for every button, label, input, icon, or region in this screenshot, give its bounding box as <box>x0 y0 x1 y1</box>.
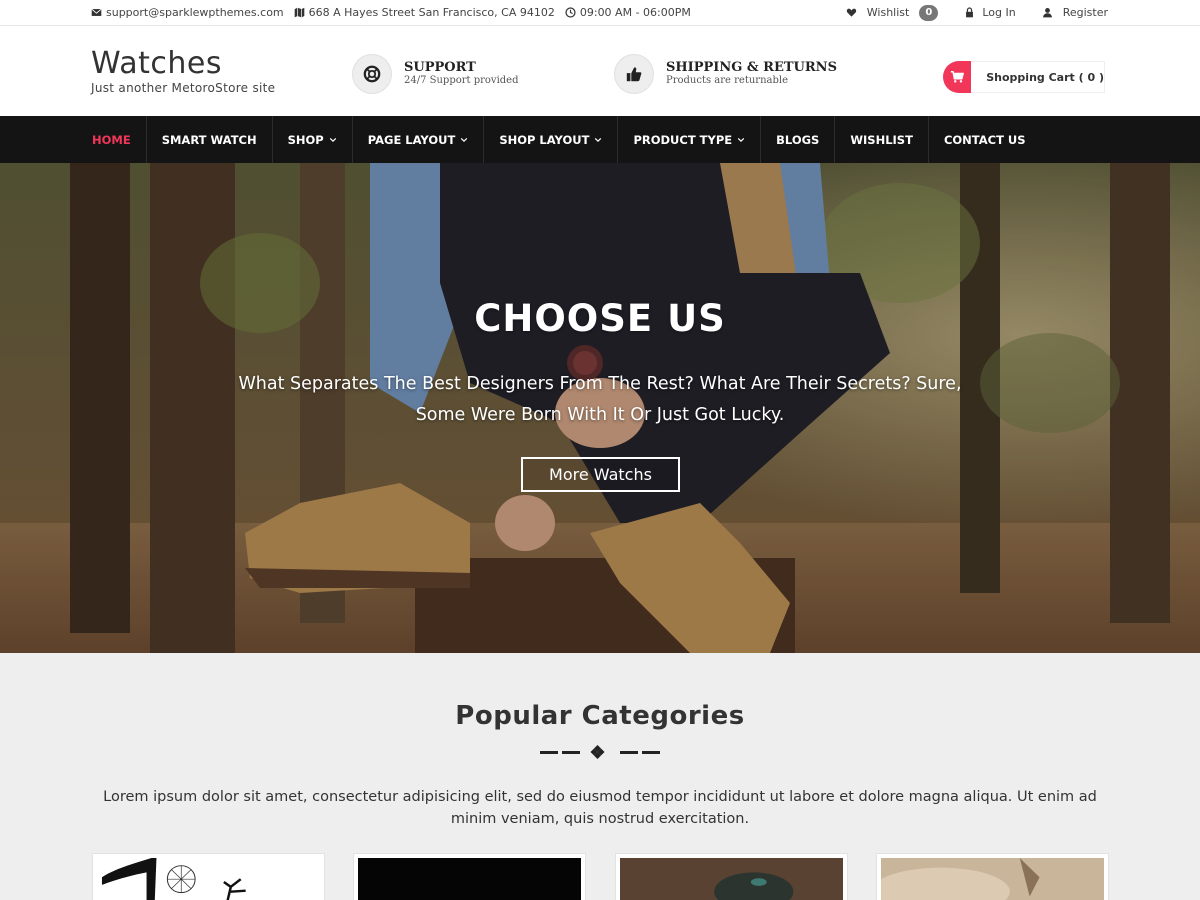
lifebuoy-icon <box>363 65 381 83</box>
nav-item-blogs[interactable]: Blogs <box>761 116 836 163</box>
nav-label: Smart Watch <box>161 132 257 147</box>
category-image <box>620 858 843 900</box>
email-text[interactable]: support@sparklewpthemes.com <box>106 6 284 19</box>
category-image <box>97 858 320 900</box>
cart-icon <box>951 71 965 83</box>
section-divider <box>540 745 660 759</box>
user-icon <box>1042 8 1052 18</box>
category-card[interactable] <box>353 853 586 900</box>
shipping-title: SHIPPING & RETURNS <box>666 60 837 75</box>
lock-icon <box>966 7 974 18</box>
chevron-down-icon <box>737 137 745 142</box>
category-card[interactable] <box>92 853 325 900</box>
shopping-cart-button[interactable]: Shopping Cart ( 0 ) <box>943 61 1105 93</box>
thumbs-up-icon <box>626 67 642 82</box>
top-bar-contact: support@sparklewpthemes.com 668 A Hayes … <box>91 6 691 19</box>
wishlist-count-badge: 0 <box>919 4 939 21</box>
support-info: SUPPORT 24/7 Support provided <box>352 54 519 94</box>
section-description: Lorem ipsum dolor sit amet, consectetur … <box>103 789 1097 827</box>
wishlist-label: Wishlist <box>866 6 910 19</box>
hours-text: 09:00 AM - 06:00PM <box>579 6 691 19</box>
hours-info: 09:00 AM - 06:00PM <box>565 6 691 19</box>
shipping-icon-circle <box>614 54 654 94</box>
nav-label: Shop <box>287 132 324 147</box>
top-bar: support@sparklewpthemes.com 668 A Hayes … <box>0 0 1200 26</box>
nav-label: Wishlist <box>850 132 913 147</box>
nav-label: Shop Layout <box>499 132 590 147</box>
shipping-subtitle: Products are returnable <box>666 75 788 86</box>
nav-item-page-layout[interactable]: Page Layout <box>353 116 485 163</box>
support-icon-circle <box>352 54 392 94</box>
diamond-ornament-icon <box>590 745 605 759</box>
heart-icon <box>846 8 856 17</box>
nav-label: Contact Us <box>943 132 1026 147</box>
chevron-down-icon <box>329 137 336 142</box>
login-label: Log In <box>982 6 1016 19</box>
chevron-down-icon <box>461 137 468 142</box>
section-title: Popular Categories <box>455 701 745 731</box>
address-text: 668 A Hayes Street San Francisco, CA 941… <box>308 6 555 19</box>
chevron-down-icon <box>595 137 602 142</box>
popular-categories-section: Popular Categories Lorem ipsum dolor sit… <box>0 653 1200 900</box>
nav-label: Blogs <box>776 132 820 147</box>
wishlist-link[interactable]: Wishlist 0 <box>846 4 939 21</box>
site-branding[interactable]: Watches Just another MetoroStore site <box>91 47 353 96</box>
category-card[interactable] <box>876 853 1109 900</box>
register-link[interactable]: Register <box>1042 6 1108 19</box>
support-subtitle: 24/7 Support provided <box>404 75 519 86</box>
nav-item-product-type[interactable]: Product Type <box>618 116 762 163</box>
site-header: Watches Just another MetoroStore site SU… <box>0 26 1200 116</box>
login-link[interactable]: Log In <box>964 6 1016 19</box>
envelope-icon <box>91 8 102 16</box>
top-bar-account: Wishlist 0 Log In Register <box>846 4 1108 21</box>
hero-subtitle: What Separates The Best Designers From T… <box>238 374 962 425</box>
nav-item-contact-us[interactable]: Contact Us <box>929 116 1041 163</box>
main-navigation: Home Smart Watch Shop Page Layout Shop L… <box>0 116 1200 163</box>
category-card[interactable] <box>615 853 848 900</box>
register-label: Register <box>1062 6 1108 19</box>
nav-item-shop[interactable]: Shop <box>273 116 353 163</box>
hero-title: CHOOSE US <box>474 297 726 340</box>
hero-caption: CHOOSE US What Separates The Best Design… <box>0 163 1200 653</box>
support-title: SUPPORT <box>404 60 476 75</box>
clock-icon <box>565 7 576 18</box>
nav-item-home[interactable]: Home <box>77 116 147 163</box>
address-info: 668 A Hayes Street San Francisco, CA 941… <box>294 6 555 19</box>
nav-label: Product Type <box>633 132 733 147</box>
hero-slider: CHOOSE US What Separates The Best Design… <box>0 163 1200 653</box>
more-watchs-button[interactable]: More Watchs <box>521 457 680 492</box>
cart-label[interactable]: Shopping Cart ( 0 ) <box>971 71 1104 84</box>
category-image <box>358 858 581 900</box>
cart-icon-box[interactable] <box>943 61 972 93</box>
nav-label: Page Layout <box>367 132 456 147</box>
site-tagline: Just another MetoroStore site <box>91 81 276 95</box>
nav-item-smart-watch[interactable]: Smart Watch <box>147 116 273 163</box>
email-info[interactable]: support@sparklewpthemes.com <box>91 6 284 19</box>
nav-item-shop-layout[interactable]: Shop Layout <box>484 116 619 163</box>
nav-label: Home <box>92 132 131 147</box>
map-icon <box>294 7 304 18</box>
shipping-info: SHIPPING & RETURNS Products are returnab… <box>614 54 837 94</box>
nav-item-wishlist[interactable]: Wishlist <box>835 116 929 163</box>
category-image <box>877 858 1104 900</box>
site-title[interactable]: Watches <box>91 47 353 81</box>
